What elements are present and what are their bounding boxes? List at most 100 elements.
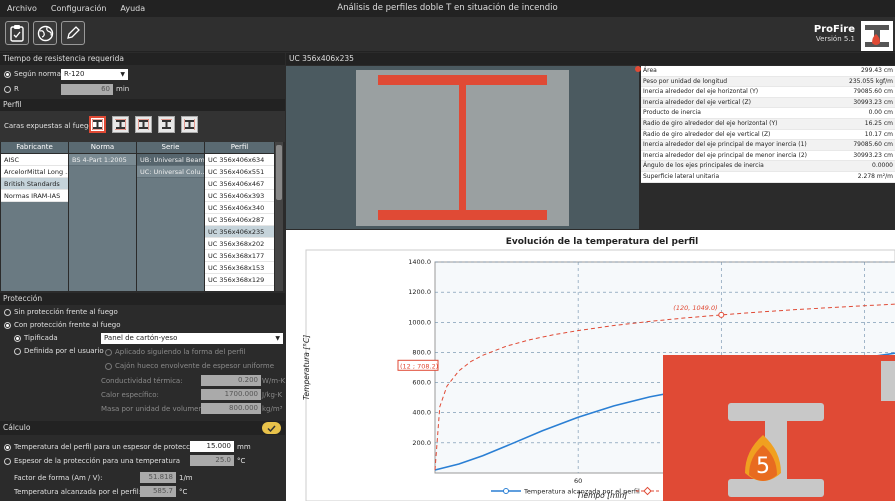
y-tick-label: 800.0 <box>412 348 431 356</box>
caras-3b-button[interactable] <box>135 116 152 133</box>
property-value: 30993.23 cm <box>853 151 893 159</box>
annotation-label: (12 ; 708.2) <box>400 362 438 370</box>
globe-button[interactable] <box>33 21 57 45</box>
tipificada-value: Panel de cartón-yeso <box>104 334 178 342</box>
segun-norma-value: R-120 <box>64 70 85 78</box>
pencil-button[interactable] <box>61 21 85 45</box>
radio-r[interactable] <box>4 86 11 93</box>
aplicado-label: Aplicado siguiendo la forma del perfil <box>115 348 246 356</box>
list-item[interactable]: UC 356x406x235 <box>205 226 274 238</box>
menu-archivo[interactable]: Archivo <box>0 4 44 13</box>
list-item[interactable]: UC 356x368x202 <box>205 238 274 250</box>
i-beam-3-faces-alt-icon <box>138 119 149 130</box>
section-drawing-area <box>356 70 569 226</box>
list-item[interactable]: British Standards <box>1 178 68 190</box>
radio-temperatura[interactable] <box>4 444 11 451</box>
list-item[interactable]: UC: Universal Colu... <box>137 166 204 178</box>
column-norma[interactable]: Norma <box>69 142 136 153</box>
y-tick-label: 200.0 <box>412 439 431 447</box>
tipificada-select[interactable]: Panel de cartón-yeso ▼ <box>101 333 283 344</box>
temp-input[interactable]: 15.000 <box>190 441 234 452</box>
alcanzada-unit: °C <box>179 488 188 496</box>
y-tick-label: 1400.0 <box>408 258 431 266</box>
property-name: Superficie lateral unitaria <box>643 172 720 180</box>
menu-configuracion[interactable]: Configuración <box>44 4 114 13</box>
chevron-down-icon: ▼ <box>275 335 280 342</box>
conductividad-unit: W/m-K <box>262 377 286 385</box>
radio-tipificada[interactable] <box>14 335 21 342</box>
pencil-icon <box>67 26 80 39</box>
radio-con-proteccion[interactable] <box>4 322 11 329</box>
toolbar: ProFire Versión 5.1 <box>0 17 895 52</box>
app-window: Archivo Configuración Ayuda Análisis de … <box>0 0 895 501</box>
scrollbar-thumb[interactable] <box>276 145 282 200</box>
radio-espesor[interactable] <box>4 458 11 465</box>
espesor-unit: °C <box>237 457 246 465</box>
temp-label: Temperatura del perfil para un espesor d… <box>14 443 201 451</box>
i-beam-4-faces-icon <box>92 119 103 130</box>
segun-norma-select[interactable]: R-120 ▼ <box>61 69 128 80</box>
calor-input[interactable]: 1700.000 <box>201 389 261 400</box>
conductividad-input[interactable]: 0.200 <box>201 375 261 386</box>
caras-label: Caras expuestas al fuego <box>4 122 93 130</box>
radio-sin-proteccion[interactable] <box>4 309 11 316</box>
i-beam-3-faces-icon <box>115 119 126 130</box>
list-item[interactable]: UC 356x406x393 <box>205 190 274 202</box>
column-serie[interactable]: Serie <box>137 142 204 153</box>
property-row: Inercia alrededor del eje principal de m… <box>641 140 895 151</box>
property-name: Inercia alrededor del eje principal de m… <box>643 151 808 159</box>
list-item[interactable]: UB: Universal Beam... <box>137 154 204 166</box>
column-fabricante[interactable]: Fabricante <box>1 142 68 153</box>
radio-segun-norma[interactable] <box>4 71 11 78</box>
brand: ProFire Versión 5.1 <box>814 24 855 43</box>
property-row: Inercia alrededor del eje principal de m… <box>641 151 895 162</box>
tipificada-label: Tipificada <box>24 334 58 342</box>
property-name: Área <box>643 67 657 74</box>
clipboard-icon <box>10 25 24 42</box>
list-item[interactable]: UC 356x368x153 <box>205 262 274 274</box>
menu-bar: Archivo Configuración Ayuda <box>0 0 895 17</box>
perfil-scrollbar[interactable] <box>275 142 283 291</box>
alcanzada-output: 585.7 <box>140 486 176 497</box>
y-tick-label: 1200.0 <box>408 288 431 296</box>
list-item[interactable]: Normas IRAM-IAS <box>1 190 68 202</box>
list-item[interactable]: UC 356x406x340 <box>205 202 274 214</box>
clipboard-button[interactable] <box>5 21 29 45</box>
column-perfil[interactable]: Perfil <box>205 142 274 153</box>
list-item[interactable]: UC 356x368x177 <box>205 250 274 262</box>
checkmark-icon <box>267 424 276 432</box>
list-item[interactable]: ArcelorMittal Long ... <box>1 166 68 178</box>
list-item[interactable]: UC 356x406x287 <box>205 214 274 226</box>
property-row: Peso por unidad de longitud 235.055 kgf/m <box>641 76 895 88</box>
list-item[interactable]: AISC <box>1 154 68 166</box>
list-item[interactable]: UC 356x406x634 <box>205 154 274 166</box>
list-item[interactable]: UC 356x406x551 <box>205 166 274 178</box>
radio-definida[interactable] <box>14 348 21 355</box>
masa-input[interactable]: 800.000 <box>201 403 261 414</box>
i-beam-1-face-icon <box>161 119 172 129</box>
list-serie: UB: Universal Beam... UC: Universal Colu… <box>137 154 204 291</box>
r-input[interactable]: 60 <box>61 84 113 95</box>
section-calculo: Cálculo <box>0 421 285 435</box>
list-item[interactable]: UC 356x368x129 <box>205 274 274 286</box>
radio-aplicado[interactable] <box>105 349 112 356</box>
caras-3a-button[interactable] <box>112 116 129 133</box>
list-item[interactable]: UC 356x406x467 <box>205 178 274 190</box>
caras-4-button[interactable] <box>89 116 106 133</box>
legend-entry: Temperatura alcanzada por el perfil <box>523 488 640 496</box>
espesor-label: Espesor de la protección para una temper… <box>14 457 181 465</box>
section-perfil: Perfil <box>0 99 285 111</box>
radio-cajon[interactable] <box>105 363 112 370</box>
caras-2-button[interactable] <box>181 116 198 133</box>
caras-1-button[interactable] <box>158 116 175 133</box>
list-perfil: UC 356x406x634 UC 356x406x551 UC 356x406… <box>205 154 274 291</box>
property-name: Radio de giro alrededor del eje horizont… <box>643 119 778 127</box>
espesor-input[interactable]: 25.0 <box>190 455 234 466</box>
calcular-button[interactable] <box>262 422 281 434</box>
sin-proteccion-label: Sin protección frente al fuego <box>14 308 118 316</box>
property-value: 79085.60 cm <box>853 88 893 96</box>
list-item[interactable]: BS 4-Part 1:2005 <box>69 154 136 166</box>
menu-ayuda[interactable]: Ayuda <box>113 4 152 13</box>
temp-unit: mm <box>237 443 251 451</box>
property-row: Superficie lateral unitaria 2.278 m²/m <box>641 172 895 183</box>
